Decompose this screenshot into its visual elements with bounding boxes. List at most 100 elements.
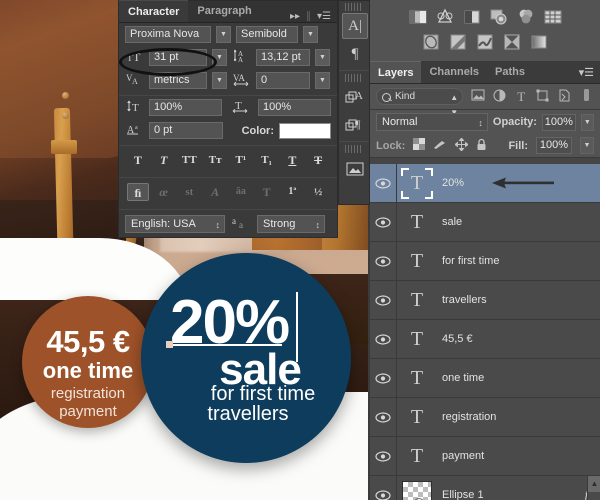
tab-paragraph[interactable]: Paragraph (188, 0, 260, 22)
layer-name[interactable]: one time (437, 372, 600, 384)
tab-channels[interactable]: Channels (421, 61, 487, 83)
character-panel[interactable]: Character Paragraph ▸▸ ∥ ▾☰ Proxima Nova… (118, 0, 338, 238)
panel-menu-icon[interactable]: ▾☰ (579, 63, 600, 83)
layer-visibility-toggle[interactable] (370, 202, 397, 242)
libraries-panel-icon[interactable] (342, 155, 368, 181)
color-lookup-icon[interactable] (530, 33, 548, 51)
kerning-tracking-row[interactable]: VA metrics ▼ VA 0 ▼ (119, 69, 337, 92)
black-white-icon[interactable] (449, 33, 467, 51)
small-caps-icon[interactable]: Tᴛ (204, 151, 226, 169)
lock-row[interactable]: Lock: Fill: 100% ▼ (370, 134, 600, 158)
kerning-dropdown-arrow[interactable]: ▼ (212, 72, 227, 89)
layer-visibility-toggle[interactable] (370, 475, 397, 500)
layers-panel[interactable]: Layers Channels Paths ▾☰ Kind ▲▼ T (370, 61, 600, 500)
layer-thumbnail[interactable]: T (397, 320, 437, 359)
opacity-dropdown-arrow[interactable]: ▼ (580, 113, 595, 131)
levels-icon[interactable] (436, 8, 454, 26)
lock-image-pixels-icon[interactable] (433, 138, 447, 153)
artwork-text-registration[interactable]: registration (22, 386, 154, 401)
layer-visibility-toggle[interactable] (370, 397, 397, 437)
layer-name[interactable]: travellers (437, 294, 600, 306)
artwork-text-one-time[interactable]: one time (22, 360, 154, 382)
filter-kind-select[interactable]: Kind ▲▼ (376, 88, 464, 117)
text-origin-handle[interactable] (166, 341, 173, 348)
scale-row[interactable]: T 100% T 100% (119, 96, 337, 119)
layer-thumbnail[interactable]: T (397, 398, 437, 437)
all-caps-icon[interactable]: TT (178, 151, 200, 169)
discretionary-ligatures-icon[interactable]: st (178, 183, 200, 201)
vertical-scale-field[interactable]: 100% (149, 99, 222, 116)
horizontal-scale-field[interactable]: 100% (258, 99, 331, 116)
tab-paths[interactable]: Paths (487, 61, 533, 83)
antialias-select[interactable]: Strong (257, 215, 325, 233)
kerning-field[interactable]: metrics (149, 72, 207, 89)
tracking-field[interactable]: 0 (256, 72, 310, 89)
layer-visibility-toggle[interactable] (370, 164, 397, 203)
text-style-buttons[interactable]: T T TT Tᴛ T¹ T₁ T T (119, 146, 337, 174)
paragraph-styles-icon[interactable]: ¶ (342, 112, 368, 138)
tab-character[interactable]: Character (119, 0, 189, 22)
language-antialias-row[interactable]: English: USA aa Strong (119, 210, 337, 236)
filter-pixel-layers-icon[interactable] (470, 89, 485, 104)
filter-toggle-icon[interactable] (579, 88, 594, 105)
adjustments-row-2[interactable] (370, 33, 600, 51)
layers-panel-tabs[interactable]: Layers Channels Paths ▾☰ (370, 61, 600, 84)
faux-italic-icon[interactable]: T (153, 151, 175, 169)
fill-field[interactable]: 100% (536, 137, 572, 154)
layer-thumbnail[interactable]: T (397, 359, 437, 398)
filter-shape-layers-icon[interactable] (536, 89, 551, 105)
font-size-leading-row[interactable]: TT 31 pt ▼ AA 13,12 pt ▼ (119, 46, 337, 69)
table-row[interactable]: T 20% (370, 164, 600, 203)
font-size-dropdown-arrow[interactable]: ▼ (212, 49, 227, 66)
layer-name[interactable]: Ellipse 1 (437, 489, 585, 500)
font-style-field[interactable]: Semibold (236, 26, 298, 43)
adjustments-row-1[interactable] (370, 8, 600, 26)
layer-visibility-toggle[interactable] (370, 280, 397, 320)
filter-adjustment-layers-icon[interactable] (492, 89, 507, 105)
table-row[interactable]: T registration (370, 397, 600, 437)
photo-filter-icon[interactable] (476, 33, 494, 51)
oldstyle-icon[interactable]: āa (230, 183, 252, 201)
color-balance-icon[interactable] (422, 33, 440, 51)
double-chevron-right-icon[interactable]: ▸▸ (290, 11, 300, 22)
tracking-dropdown-arrow[interactable]: ▼ (315, 72, 330, 89)
artwork-text-price[interactable]: 45,5 € (22, 326, 154, 357)
dock-grip[interactable] (345, 74, 363, 82)
font-style-dropdown-arrow[interactable]: ▼ (303, 26, 318, 43)
layer-name[interactable]: 45,5 € (437, 333, 600, 345)
swash-icon[interactable]: A (204, 183, 226, 201)
table-row[interactable]: T travellers (370, 280, 600, 320)
layer-name[interactable]: registration (437, 411, 600, 423)
layer-list[interactable]: T 20% T sale T for first time T travelle… (370, 164, 600, 500)
fractions-icon[interactable]: ½ (307, 183, 329, 201)
channel-mixer-icon[interactable] (503, 33, 521, 51)
font-size-field[interactable]: 31 pt (149, 49, 207, 66)
artwork-text-first-time[interactable]: for first time (141, 384, 351, 404)
standard-ligatures-icon[interactable]: ﬁ (126, 183, 149, 201)
fill-dropdown-arrow[interactable]: ▼ (580, 137, 594, 154)
layer-thumbnail[interactable]: T (397, 242, 437, 281)
panel-header-icons[interactable]: ▸▸ ∥ ▾☰ (290, 11, 337, 22)
character-styles-icon[interactable]: A (342, 84, 368, 110)
character-panel-icon[interactable]: A | (342, 13, 368, 39)
lock-all-icon[interactable] (476, 138, 487, 154)
brightness-contrast-icon[interactable] (409, 8, 427, 26)
layer-thumbnail[interactable] (397, 476, 437, 500)
dock-grip[interactable] (345, 145, 363, 153)
filter-type-layers-icon[interactable]: T (514, 89, 529, 105)
strikethrough-icon[interactable]: T (307, 151, 329, 169)
baseline-shift-field[interactable]: 0 pt (149, 122, 223, 139)
subscript-icon[interactable]: T₁ (256, 151, 278, 169)
lock-transparent-pixels-icon[interactable] (413, 138, 426, 153)
hue-saturation-icon[interactable] (544, 8, 562, 26)
adjustments-panel[interactable] (370, 0, 600, 62)
table-row[interactable]: T one time (370, 358, 600, 398)
layer-visibility-toggle[interactable] (370, 319, 397, 359)
leading-dropdown-arrow[interactable]: ▼ (315, 49, 330, 66)
exposure-icon[interactable] (490, 8, 508, 26)
opacity-field[interactable]: 100% (541, 113, 576, 131)
table-row[interactable]: Ellipse 1 fx ▲ (370, 475, 600, 500)
lock-position-icon[interactable] (454, 136, 470, 154)
layers-scrollbar[interactable]: ▲ (587, 476, 600, 500)
layer-thumbnail[interactable]: T (397, 437, 437, 476)
